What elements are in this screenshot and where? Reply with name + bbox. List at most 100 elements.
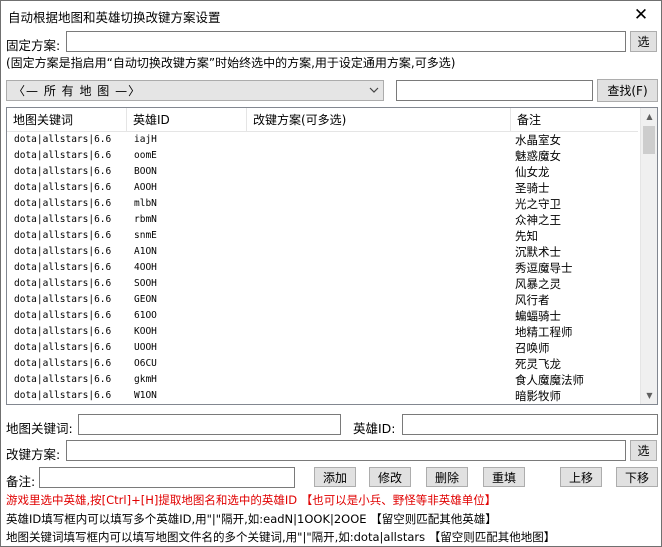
note-label: 备注: bbox=[6, 474, 36, 489]
help-line-map-keyword: 地图关键词填写框内可以填写地图文件名的多个关键词,用"|"隔开,如:dota|a… bbox=[6, 530, 556, 544]
cell-map-keyword: dota|allstars|6.6 bbox=[14, 310, 112, 321]
table-row[interactable]: dota|allstars|6.6 gkmH 食人魔魔法师 bbox=[7, 372, 638, 388]
cell-note: 水晶室女 bbox=[515, 133, 561, 147]
cell-map-keyword: dota|allstars|6.6 bbox=[14, 214, 112, 225]
cell-map-keyword: dota|allstars|6.6 bbox=[14, 294, 112, 305]
cell-note: 暗影牧师 bbox=[515, 389, 561, 403]
cell-map-keyword: dota|allstars|6.6 bbox=[14, 262, 112, 273]
fixed-scheme-input[interactable] bbox=[66, 31, 626, 52]
scroll-down-arrow-icon[interactable]: ▼ bbox=[641, 387, 657, 404]
cell-hero-id: GEON bbox=[134, 294, 157, 305]
table-row[interactable]: dota|allstars|6.6 snmE 先知 bbox=[7, 228, 638, 244]
cell-map-keyword: dota|allstars|6.6 bbox=[14, 358, 112, 369]
table-row[interactable]: dota|allstars|6.6 AOOH 圣骑士 bbox=[7, 180, 638, 196]
close-button[interactable]: ✕ bbox=[621, 1, 661, 29]
column-map-keyword[interactable]: 地图关键词 bbox=[7, 108, 127, 132]
scroll-up-arrow-icon[interactable]: ▲ bbox=[641, 108, 657, 125]
move-down-button[interactable]: 下移 bbox=[616, 467, 658, 487]
table-row[interactable]: dota|allstars|6.6 oomE 魅惑魔女 bbox=[7, 148, 638, 164]
cell-hero-id: mlbN bbox=[134, 198, 157, 209]
table-row[interactable]: dota|allstars|6.6 KOOH 地精工程师 bbox=[7, 324, 638, 340]
fixed-scheme-label: 固定方案: bbox=[6, 38, 61, 53]
add-button[interactable]: 添加 bbox=[314, 467, 356, 487]
table-row[interactable]: dota|allstars|6.6 W1ON 暗影牧师 bbox=[7, 388, 638, 404]
table-row[interactable]: dota|allstars|6.6 mlbN 光之守卫 bbox=[7, 196, 638, 212]
scheme-label: 改键方案: bbox=[6, 447, 61, 462]
note-input[interactable] bbox=[39, 467, 295, 488]
move-up-button[interactable]: 上移 bbox=[560, 467, 602, 487]
scroll-thumb[interactable] bbox=[643, 126, 655, 154]
cell-note: 沉默术士 bbox=[515, 245, 561, 259]
fixed-scheme-description: (固定方案是指启用“自动切换改键方案”时始终选中的方案,用于设定通用方案,可多选… bbox=[6, 56, 456, 70]
cell-map-keyword: dota|allstars|6.6 bbox=[14, 246, 112, 257]
map-keyword-input[interactable] bbox=[78, 414, 341, 435]
cell-note: 风行者 bbox=[515, 293, 550, 307]
cell-map-keyword: dota|allstars|6.6 bbox=[14, 278, 112, 289]
cell-note: 食人魔魔法师 bbox=[515, 373, 584, 387]
cell-note: 地精工程师 bbox=[515, 325, 573, 339]
cell-note: 众神之王 bbox=[515, 213, 561, 227]
cell-hero-id: KOOH bbox=[134, 326, 157, 337]
table-body: dota|allstars|6.6 iajH 水晶室女 dota|allstars|6… bbox=[7, 132, 638, 404]
cell-hero-id: rbmN bbox=[134, 214, 157, 225]
window-title: 自动根据地图和英雄切换改键方案设置 bbox=[8, 10, 221, 25]
scheme-input[interactable] bbox=[66, 440, 626, 461]
column-hero-id[interactable]: 英雄ID bbox=[127, 108, 247, 132]
cell-map-keyword: dota|allstars|6.6 bbox=[14, 134, 112, 145]
map-search-input[interactable] bbox=[396, 80, 593, 101]
table-row[interactable]: dota|allstars|6.6 rbmN 众神之王 bbox=[7, 212, 638, 228]
cell-hero-id: 61OO bbox=[134, 310, 157, 321]
table-row[interactable]: dota|allstars|6.6 BOON 仙女龙 bbox=[7, 164, 638, 180]
table-scrollbar[interactable]: ▲ ▼ bbox=[640, 108, 657, 404]
cell-map-keyword: dota|allstars|6.6 bbox=[14, 230, 112, 241]
cell-hero-id: iajH bbox=[134, 134, 157, 145]
cell-note: 死灵飞龙 bbox=[515, 357, 561, 371]
table-row[interactable]: dota|allstars|6.6 UOOH 召唤师 bbox=[7, 340, 638, 356]
mapping-table[interactable]: 地图关键词 英雄ID 改键方案(可多选) 备注 dota|allstars|6.… bbox=[6, 107, 658, 405]
cell-note: 蝙蝠骑士 bbox=[515, 309, 561, 323]
table-row[interactable]: dota|allstars|6.6 SOOH 风暴之灵 bbox=[7, 276, 638, 292]
column-scheme[interactable]: 改键方案(可多选) bbox=[247, 108, 511, 132]
fixed-scheme-select-button[interactable]: 选 bbox=[630, 31, 657, 52]
cell-note: 仙女龙 bbox=[515, 165, 550, 179]
hero-id-input[interactable] bbox=[402, 414, 658, 435]
table-row[interactable]: dota|allstars|6.6 iajH 水晶室女 bbox=[7, 132, 638, 148]
map-filter-dropdown[interactable]: 〈— 所 有 地 图 —〉 bbox=[6, 80, 384, 101]
cell-hero-id: UOOH bbox=[134, 342, 157, 353]
cell-note: 圣骑士 bbox=[515, 181, 550, 195]
map-filter-selected: 〈— 所 有 地 图 —〉 bbox=[13, 84, 142, 98]
cell-map-keyword: dota|allstars|6.6 bbox=[14, 342, 112, 353]
cell-hero-id: 4OOH bbox=[134, 262, 157, 273]
cell-note: 魅惑魔女 bbox=[515, 149, 561, 163]
scheme-select-button[interactable]: 选 bbox=[630, 440, 657, 461]
chevron-down-icon bbox=[365, 85, 383, 96]
table-row[interactable]: dota|allstars|6.6 61OO 蝙蝠骑士 bbox=[7, 308, 638, 324]
cell-hero-id: W1ON bbox=[134, 390, 157, 401]
modify-button[interactable]: 修改 bbox=[369, 467, 411, 487]
table-row[interactable]: dota|allstars|6.6 4OOH 秀逗魔导士 bbox=[7, 260, 638, 276]
delete-button[interactable]: 删除 bbox=[426, 467, 468, 487]
table-row[interactable]: dota|allstars|6.6 A1ON 沉默术士 bbox=[7, 244, 638, 260]
help-line-hero-id: 英雄ID填写框内可以填写多个英雄ID,用"|"隔开,如:eadN|1OOK|2O… bbox=[6, 512, 497, 526]
table-row[interactable]: dota|allstars|6.6 O6CU 死灵飞龙 bbox=[7, 356, 638, 372]
cell-hero-id: gkmH bbox=[134, 374, 157, 385]
title-bar: 自动根据地图和英雄切换改键方案设置 ✕ bbox=[1, 1, 661, 29]
find-button[interactable]: 查找(F) bbox=[597, 79, 658, 102]
cell-hero-id: oomE bbox=[134, 150, 157, 161]
cell-map-keyword: dota|allstars|6.6 bbox=[14, 198, 112, 209]
cell-note: 秀逗魔导士 bbox=[515, 261, 573, 275]
cell-hero-id: A1ON bbox=[134, 246, 157, 257]
map-keyword-label: 地图关键词: bbox=[6, 421, 73, 436]
settings-window: 自动根据地图和英雄切换改键方案设置 ✕ 固定方案: 选 (固定方案是指启用“自动… bbox=[0, 0, 662, 547]
cell-map-keyword: dota|allstars|6.6 bbox=[14, 150, 112, 161]
cell-map-keyword: dota|allstars|6.6 bbox=[14, 390, 112, 401]
table-header: 地图关键词 英雄ID 改键方案(可多选) 备注 bbox=[7, 108, 638, 132]
cell-hero-id: BOON bbox=[134, 166, 157, 177]
cell-map-keyword: dota|allstars|6.6 bbox=[14, 374, 112, 385]
help-line-hotkey: 游戏里选中英雄,按[Ctrl]+[H]提取地图名和选中的英雄ID 【也可以是小兵… bbox=[6, 493, 497, 507]
reset-button[interactable]: 重填 bbox=[483, 467, 525, 487]
column-note[interactable]: 备注 bbox=[511, 108, 638, 132]
cell-map-keyword: dota|allstars|6.6 bbox=[14, 166, 112, 177]
cell-hero-id: O6CU bbox=[134, 358, 157, 369]
table-row[interactable]: dota|allstars|6.6 GEON 风行者 bbox=[7, 292, 638, 308]
